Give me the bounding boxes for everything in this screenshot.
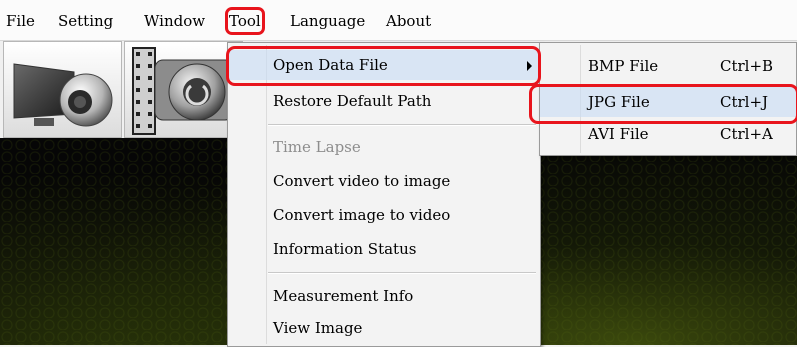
open-data-file-submenu: BMP File Ctrl+B JPG File Ctrl+J AVI File… (539, 42, 797, 156)
menu-item-label: Convert image to video (273, 206, 451, 224)
submenu-item-bmp-file[interactable]: BMP File Ctrl+B (540, 51, 796, 81)
menu-file[interactable]: File (6, 11, 35, 31)
menu-window[interactable]: Window (144, 11, 205, 31)
menu-separator (268, 124, 536, 126)
shortcut-label: Ctrl+B (720, 57, 774, 75)
menu-item-label: Restore Default Path (273, 92, 432, 110)
submenu-item-jpg-file[interactable]: JPG File Ctrl+J (540, 87, 796, 117)
menu-item-label: Information Status (273, 240, 417, 258)
menu-item-label: Open Data File (273, 56, 388, 74)
menu-item-label: JPG File (588, 93, 650, 111)
menu-language[interactable]: Language (290, 11, 365, 31)
menu-item-label: View Image (273, 319, 363, 337)
menu-item-measurement-info[interactable]: Measurement Info (228, 281, 540, 311)
menu-tool[interactable]: Tool (225, 7, 265, 35)
menu-item-label: Measurement Info (273, 287, 414, 305)
submenu-item-avi-file[interactable]: AVI File Ctrl+A (540, 119, 796, 149)
menu-item-label: AVI File (588, 125, 649, 143)
menu-about[interactable]: About (386, 11, 431, 31)
submenu-arrow-icon (527, 61, 532, 71)
menu-item-view-image[interactable]: View Image (228, 313, 540, 343)
menu-separator (268, 272, 536, 274)
menu-item-open-data-file[interactable]: Open Data File (228, 50, 540, 80)
camera-film-icon (132, 47, 234, 135)
menu-item-time-lapse: Time Lapse (228, 132, 540, 162)
menu-item-label: BMP File (588, 57, 659, 75)
menu-item-label: Convert video to image (273, 172, 451, 190)
menu-bar: File Setting Window Tool Language About (0, 0, 797, 41)
menu-item-label: Time Lapse (273, 138, 361, 156)
shortcut-label: Ctrl+A (720, 125, 773, 143)
shortcut-label: Ctrl+J (720, 93, 769, 111)
menu-item-convert-video-to-image[interactable]: Convert video to image (228, 166, 540, 196)
menu-item-information-status[interactable]: Information Status (228, 234, 540, 264)
monitor-webcam-icon (13, 63, 113, 127)
camera-capture-button[interactable] (124, 41, 243, 138)
capture-device-button[interactable] (3, 41, 122, 138)
menu-item-restore-default-path[interactable]: Restore Default Path (228, 86, 540, 116)
tool-menu: Open Data File Restore Default Path Time… (227, 42, 541, 347)
menu-item-convert-image-to-video[interactable]: Convert image to video (228, 200, 540, 230)
menu-setting[interactable]: Setting (58, 11, 113, 31)
